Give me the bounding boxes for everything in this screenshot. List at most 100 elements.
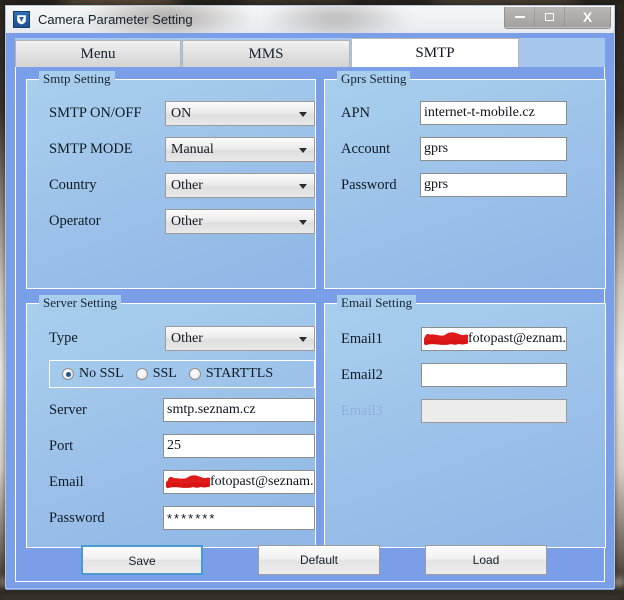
radio-starttls[interactable]: STARTTLS: [188, 366, 274, 382]
field-label-country-row: Country: [49, 177, 97, 194]
input-email1[interactable]: fotopast@eznam.cz: [421, 327, 567, 351]
field-label-gprs-password-row: Password: [341, 177, 397, 194]
smtp-tab-panel: Smtp Setting SMTP ON/OFF ON SMTP MODE Ma…: [15, 67, 606, 582]
field-label-server-email-row: Email: [49, 474, 84, 491]
input-gprs-password-value: gprs: [424, 177, 449, 192]
combo-type[interactable]: Other: [165, 326, 315, 351]
redaction-scribble-icon: [424, 331, 468, 347]
input-account[interactable]: gprs: [420, 137, 567, 161]
input-server-email-value: fotopast@seznam.cz: [210, 474, 315, 489]
group-email-setting: Email Setting Email1 fotopast@eznam. Ema…: [324, 295, 606, 548]
field-label-operator-row: Operator: [49, 213, 101, 230]
combo-operator[interactable]: Other: [165, 209, 315, 234]
field-label-type-row: Type: [49, 330, 78, 347]
combo-smtp-mode[interactable]: Manual: [165, 137, 315, 162]
title-bar[interactable]: Camera Parameter Setting X: [6, 6, 614, 33]
input-apn-value: internet-t-mobile.cz: [424, 105, 535, 120]
window-title: Camera Parameter Setting: [38, 12, 193, 27]
field-label-smtp-mode-row: SMTP MODE: [49, 141, 133, 158]
combo-operator-value: Other: [171, 213, 203, 229]
field-label-server-row: Server: [49, 402, 87, 419]
label-port: Port: [49, 438, 74, 454]
tab-menu[interactable]: Menu: [15, 40, 181, 67]
label-country: Country: [49, 177, 97, 193]
field-label-smtp-onoff-row: SMTP ON/OFF: [49, 105, 142, 122]
input-server-password[interactable]: *******: [163, 506, 315, 530]
label-email1: Email1: [341, 331, 383, 347]
input-server-value: smtp.seznam.cz: [167, 402, 256, 417]
input-email1-value: fotopast@eznam.cz: [468, 331, 567, 346]
chevron-down-icon: [299, 111, 307, 117]
radio-starttls-label: STARTTLS: [205, 366, 274, 381]
group-smtp-setting: Smtp Setting SMTP ON/OFF ON SMTP MODE Ma…: [26, 71, 316, 289]
client-area: Menu MMS SMTP Smtp Setting SMTP ON/OFF O…: [6, 33, 614, 590]
label-email2: Email2: [341, 367, 383, 383]
tab-strip: Menu MMS SMTP: [15, 38, 605, 68]
chevron-down-icon: [299, 147, 307, 153]
field-label-email1-row: Email1: [341, 331, 383, 348]
radio-no-ssl-label: No SSL: [79, 366, 124, 381]
window-controls: X: [504, 7, 611, 29]
radio-ssl[interactable]: SSL: [135, 366, 177, 382]
application-window: Camera Parameter Setting X Menu MMS SMTP: [5, 5, 615, 590]
radio-starttls-dot: [188, 368, 201, 380]
maximize-button[interactable]: [535, 7, 565, 27]
minimize-icon: [514, 16, 525, 18]
load-button[interactable]: Load: [425, 545, 547, 575]
group-email-setting-title: Email Setting: [337, 295, 417, 311]
input-apn[interactable]: internet-t-mobile.cz: [420, 101, 567, 125]
input-port-value: 25: [167, 438, 181, 453]
screenshot-root: Camera Parameter Setting X Menu MMS SMTP: [0, 0, 624, 600]
input-port[interactable]: 25: [163, 434, 315, 458]
label-smtp-mode: SMTP MODE: [49, 141, 133, 157]
radio-no-ssl-dot: [62, 368, 74, 380]
maximize-icon: [545, 13, 554, 21]
combo-country-value: Other: [171, 177, 203, 193]
field-label-email2-row: Email2: [341, 367, 383, 384]
label-server: Server: [49, 402, 87, 418]
button-bar: Save Default Load: [15, 536, 605, 582]
label-server-password: Password: [49, 510, 105, 526]
field-label-apn-row: APN: [341, 105, 370, 122]
field-label-email3-row: Email3: [341, 403, 383, 420]
label-type: Type: [49, 330, 78, 346]
chevron-down-icon: [299, 336, 307, 342]
label-operator: Operator: [49, 213, 101, 229]
label-gprs-password: Password: [341, 177, 397, 193]
label-account: Account: [341, 141, 391, 157]
input-server[interactable]: smtp.seznam.cz: [163, 398, 315, 422]
redaction-scribble-icon: [166, 474, 210, 490]
save-button[interactable]: Save: [81, 545, 203, 575]
input-account-value: gprs: [424, 141, 449, 156]
field-label-account-row: Account: [341, 141, 390, 158]
label-smtp-onoff: SMTP ON/OFF: [49, 105, 142, 121]
label-apn: APN: [341, 105, 371, 121]
chevron-down-icon: [299, 183, 307, 189]
input-email2[interactable]: [421, 363, 567, 387]
tab-smtp[interactable]: SMTP: [351, 38, 519, 67]
input-gprs-password[interactable]: gprs: [420, 173, 567, 197]
group-gprs-setting-title: Gprs Setting: [337, 71, 411, 87]
combo-country[interactable]: Other: [165, 173, 315, 198]
ssl-mode-radio-group: No SSL SSL STARTTLS: [49, 360, 315, 388]
radio-no-ssl[interactable]: No SSL: [62, 366, 124, 382]
combo-smtp-mode-value: Manual: [171, 141, 214, 157]
field-label-server-password-row: Password: [49, 510, 105, 527]
input-server-email[interactable]: fotopast@seznam.cz: [163, 470, 315, 494]
combo-smtp-onoff[interactable]: ON: [165, 101, 315, 126]
combo-type-value: Other: [171, 330, 203, 346]
default-button[interactable]: Default: [258, 545, 380, 575]
app-shield-icon: [13, 11, 30, 28]
close-button[interactable]: X: [565, 7, 610, 27]
chevron-down-icon: [299, 219, 307, 225]
minimize-button[interactable]: [505, 7, 535, 27]
group-gprs-setting: Gprs Setting APN internet-t-mobile.cz Ac…: [324, 71, 606, 289]
radio-ssl-label: SSL: [152, 366, 177, 381]
label-email3: Email3: [341, 403, 383, 419]
input-email3: [421, 399, 567, 423]
field-label-port-row: Port: [49, 438, 73, 455]
input-server-password-value: *******: [167, 510, 217, 526]
group-server-setting: Server Setting Type Other No SSL SSL STA…: [26, 295, 316, 548]
group-server-setting-title: Server Setting: [39, 295, 122, 311]
tab-mms[interactable]: MMS: [182, 40, 350, 67]
